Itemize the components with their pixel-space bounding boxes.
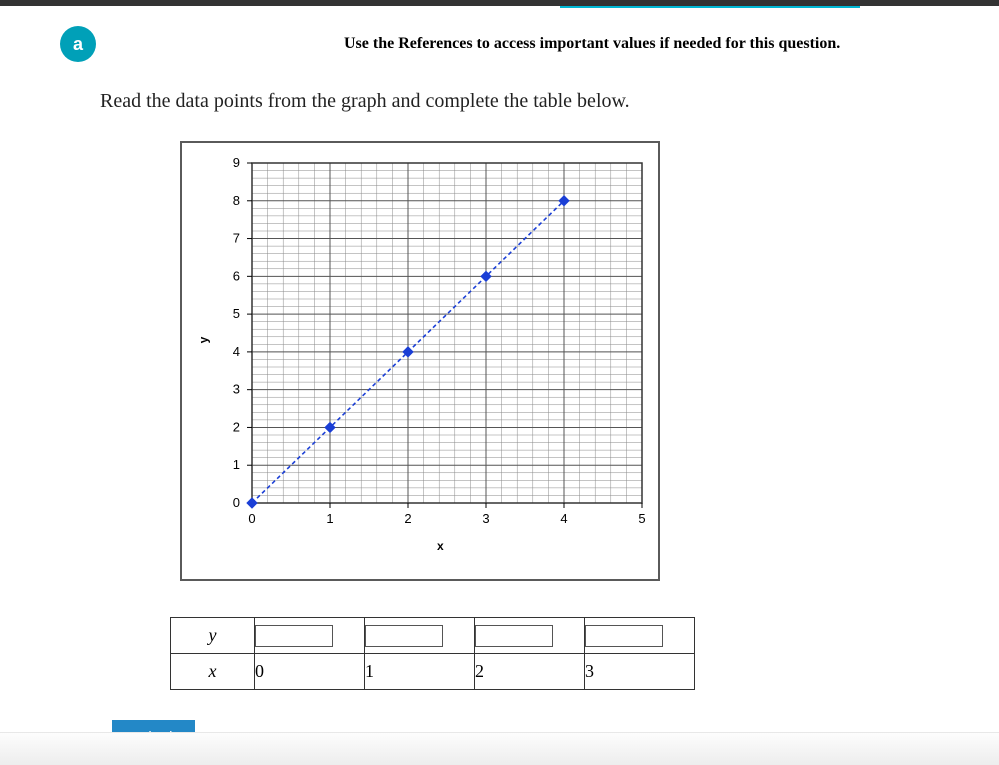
instruction-text: Read the data points from the graph and …	[100, 90, 939, 113]
table-row-x: x 0 1 2 3	[171, 654, 695, 690]
x-axis-label: x	[437, 539, 444, 553]
svg-text:6: 6	[233, 268, 240, 283]
part-badge: a	[60, 26, 96, 62]
data-table: y x 0 1 2 3	[170, 617, 695, 690]
svg-text:3: 3	[482, 511, 489, 526]
svg-text:7: 7	[233, 231, 240, 246]
table-row-y: y	[171, 618, 695, 654]
row-label-x: x	[171, 654, 255, 690]
y-input-2[interactable]	[475, 625, 553, 647]
y-axis-label: y	[196, 337, 210, 344]
svg-text:2: 2	[233, 419, 240, 434]
y-input-3[interactable]	[585, 625, 663, 647]
x-cell-2: 2	[475, 654, 585, 690]
svg-text:4: 4	[233, 344, 240, 359]
y-input-0[interactable]	[255, 625, 333, 647]
svg-text:2: 2	[404, 511, 411, 526]
svg-text:5: 5	[233, 306, 240, 321]
svg-text:8: 8	[233, 193, 240, 208]
svg-text:1: 1	[233, 457, 240, 472]
chart-frame: 0 1 2 3 4 5 0 1 2 3 4 5 6 7 8 9 y x	[180, 141, 660, 581]
svg-text:9: 9	[233, 155, 240, 170]
x-cell-1: 1	[365, 654, 475, 690]
y-input-1[interactable]	[365, 625, 443, 647]
svg-text:3: 3	[233, 382, 240, 397]
references-text: Use the References to access important v…	[344, 35, 840, 53]
bottom-shadow	[0, 732, 999, 765]
x-cell-0: 0	[255, 654, 365, 690]
x-cell-3: 3	[585, 654, 695, 690]
chart-plot: 0 1 2 3 4 5 0 1 2 3 4 5 6 7 8 9	[182, 143, 662, 583]
row-label-y: y	[171, 618, 255, 654]
svg-text:0: 0	[248, 511, 255, 526]
svg-text:0: 0	[233, 495, 240, 510]
svg-text:1: 1	[326, 511, 333, 526]
svg-text:4: 4	[560, 511, 567, 526]
svg-text:5: 5	[638, 511, 645, 526]
